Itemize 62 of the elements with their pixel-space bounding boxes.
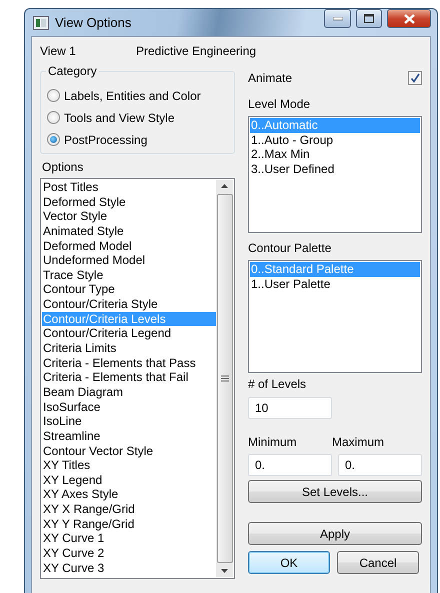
- close-button[interactable]: [387, 9, 431, 28]
- list-item[interactable]: Contour Vector Style: [42, 444, 216, 458]
- list-item[interactable]: Deformed Model: [42, 238, 216, 254]
- maximum-label: Maximum: [332, 435, 384, 449]
- level-mode-label: Level Mode: [248, 97, 312, 111]
- minimize-icon: [332, 16, 342, 20]
- list-item[interactable]: Criteria - Elements that Pass: [42, 356, 216, 370]
- animate-checkbox[interactable]: [408, 71, 422, 85]
- list-item[interactable]: 1..Auto - Group: [250, 132, 420, 148]
- list-item[interactable]: XY Curve 1: [42, 531, 216, 546]
- set-levels-button[interactable]: Set Levels...: [248, 480, 422, 503]
- group-title: Category: [46, 64, 99, 78]
- view-label: View 1: [40, 44, 77, 58]
- list-item[interactable]: Contour/Criteria Style: [42, 297, 216, 312]
- app-icon: [33, 16, 49, 30]
- list-item[interactable]: XY X Range/Grid: [42, 502, 216, 517]
- minimize-button[interactable]: [324, 9, 351, 28]
- list-item[interactable]: IsoLine: [42, 414, 216, 429]
- radio-option[interactable]: PostProcessing: [47, 130, 228, 149]
- list-item[interactable]: 2..Max Min: [250, 147, 420, 162]
- close-icon: [404, 14, 414, 24]
- maximize-icon: [364, 14, 374, 23]
- list-item[interactable]: Animated Style: [42, 224, 216, 239]
- list-item[interactable]: XY Legend: [42, 472, 216, 488]
- list-item[interactable]: IsoSurface: [42, 400, 216, 414]
- list-item[interactable]: XY Curve 3: [42, 560, 216, 576]
- list-item[interactable]: Contour/Criteria Legend: [42, 326, 216, 342]
- levels-label: # of Levels: [248, 377, 308, 391]
- options-label: Options: [42, 160, 84, 174]
- animate-label: Animate: [248, 71, 292, 85]
- list-item[interactable]: Vector Style: [42, 209, 216, 224]
- list-item[interactable]: Criteria Limits: [42, 341, 216, 356]
- minimum-field[interactable]: 0.: [248, 454, 332, 476]
- grip-icon: [220, 375, 228, 382]
- ok-button[interactable]: OK: [248, 551, 330, 574]
- list-item[interactable]: XY Y Range/Grid: [42, 516, 216, 532]
- contour-palette-label: Contour Palette: [248, 241, 332, 255]
- list-item[interactable]: 1..User Palette: [250, 276, 420, 292]
- maximum-field[interactable]: 0.: [338, 454, 422, 476]
- cancel-button[interactable]: Cancel: [337, 551, 419, 574]
- list-item[interactable]: Contour Type: [42, 282, 216, 298]
- radio-option[interactable]: Tools and View Style: [47, 108, 228, 127]
- maximize-button[interactable]: [356, 9, 382, 28]
- list-item[interactable]: Criteria - Elements that Fail: [42, 370, 216, 385]
- list-item[interactable]: 3..User Defined: [250, 162, 420, 176]
- apply-button[interactable]: Apply: [248, 522, 422, 545]
- list-item[interactable]: XY Axes Style: [42, 487, 216, 502]
- list-item[interactable]: XY Curve 2: [42, 546, 216, 561]
- list-item[interactable]: Trace Style: [42, 268, 216, 282]
- list-item[interactable]: Post Titles: [42, 180, 216, 195]
- view-name: Predictive Engineering: [136, 44, 256, 58]
- list-item[interactable]: XY Titles: [42, 458, 216, 473]
- window-title: View Options: [55, 15, 132, 30]
- levels-field[interactable]: 10: [248, 397, 332, 419]
- list-item[interactable]: Beam Diagram: [42, 384, 216, 400]
- scrollbar[interactable]: [216, 180, 233, 577]
- list-item[interactable]: Streamline: [42, 428, 216, 444]
- minimum-label: Minimum: [248, 435, 298, 449]
- radio-option[interactable]: Labels, Entities and Color: [47, 86, 228, 105]
- list-item[interactable]: Deformed Style: [42, 194, 216, 210]
- list-item[interactable]: Undeformed Model: [42, 253, 216, 268]
- check-icon: [410, 73, 420, 83]
